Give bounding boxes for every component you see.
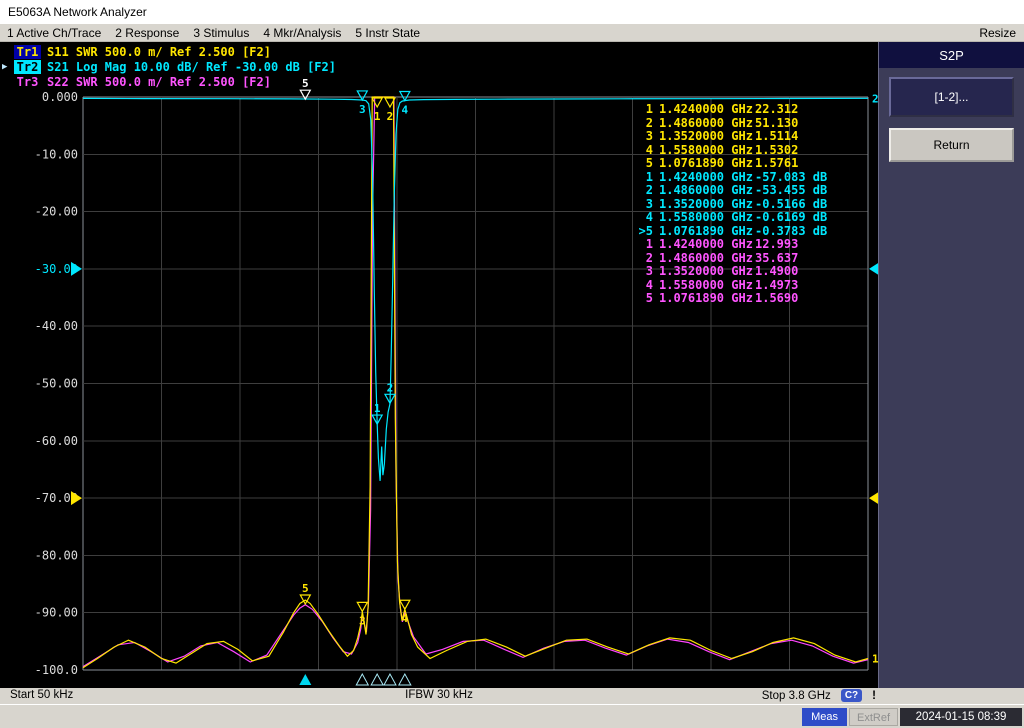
stimulus-marker-icon xyxy=(371,674,383,685)
marker-number-label: 1 xyxy=(374,110,381,123)
marker-number-label: 1 xyxy=(374,402,381,415)
marker-readout-row: 31.3520000 GHz1.4900 xyxy=(633,265,827,279)
marker-number-label: 3 xyxy=(359,103,366,116)
marker-readout-row: 11.4240000 GHz22.312 xyxy=(633,103,827,117)
window-title: E5063A Network Analyzer xyxy=(8,5,147,19)
marker-readout-row: 21.4860000 GHz-53.455 dB xyxy=(633,184,827,198)
marker-number-label: 4 xyxy=(402,612,409,625)
marker-readout-row: 31.3520000 GHz1.5114 xyxy=(633,130,827,144)
marker-triangle-icon xyxy=(300,90,310,99)
trace-number-label: 1 xyxy=(872,653,878,666)
trace-header-text: S21 Log Mag 10.00 dB/ Ref -30.00 dB [F2] xyxy=(47,60,336,74)
menubar: 1 Active Ch/Trace2 Response3 Stimulus4 M… xyxy=(0,24,1024,42)
statusbar: Meas ExtRef 2024-01-15 08:39 xyxy=(0,704,1024,728)
marker-number-label: 5 xyxy=(302,582,309,595)
softkey-menu-title: S2P xyxy=(879,42,1024,68)
marker-readout-row: 31.3520000 GHz-0.5166 dB xyxy=(633,198,827,212)
marker-readout: 11.4240000 GHz22.31221.4860000 GHz51.130… xyxy=(633,103,827,306)
titlebar: E5063A Network Analyzer xyxy=(0,0,1024,24)
main-area: 0.000-10.00-20.00-30.00-40.00-50.00-60.0… xyxy=(0,42,1024,688)
marker-number-label: 3 xyxy=(359,614,366,627)
start-frequency: Start 50 kHz xyxy=(10,689,73,701)
marker-readout-row: >51.0761890 GHz-0.3783 dB xyxy=(633,225,827,239)
y-axis-label: -40.00 xyxy=(35,319,78,333)
correction-badge: C? xyxy=(841,689,862,702)
trace-header-tr3[interactable]: Tr3 S22 SWR 500.0 m/ Ref 2.500 [F2] xyxy=(2,74,336,89)
marker-readout-row: 11.4240000 GHz12.993 xyxy=(633,238,827,252)
marker-readout-row: 41.5580000 GHz1.5302 xyxy=(633,144,827,158)
y-axis-label: -100.0 xyxy=(35,663,78,677)
marker-number-label: 2 xyxy=(387,381,394,394)
marker-readout-row: 51.0761890 GHz1.5761 xyxy=(633,157,827,171)
trace-label-chip: Tr1 xyxy=(14,45,41,59)
stimulus-marker-icon xyxy=(356,674,368,685)
marker-readout-row: 41.5580000 GHz-0.6169 dB xyxy=(633,211,827,225)
warning-indicator: ! xyxy=(872,690,876,702)
return-button[interactable]: Return xyxy=(889,128,1014,162)
ref-level-arrow-icon xyxy=(869,262,878,276)
trace-header-tr2[interactable]: ▶Tr2 S21 Log Mag 10.00 dB/ Ref -30.00 dB … xyxy=(2,59,336,74)
menu-item[interactable]: 4 Mkr/Analysis xyxy=(256,26,348,40)
trace-headers: Tr1 S11 SWR 500.0 m/ Ref 2.500 [F2] ▶Tr2 S2… xyxy=(2,44,336,89)
ref-level-arrow-icon xyxy=(869,491,878,505)
y-axis-label: -10.00 xyxy=(35,147,78,161)
extref-status: ExtRef xyxy=(849,708,898,726)
marker-triangle-icon xyxy=(357,91,367,100)
marker-number-label: 4 xyxy=(402,104,409,117)
stimulus-marker-filled-icon xyxy=(299,674,311,685)
trace-header-text: S11 SWR 500.0 m/ Ref 2.500 [F2] xyxy=(47,45,271,59)
datetime: 2024-01-15 08:39 xyxy=(900,708,1022,726)
ifbw-value: IFBW 30 kHz xyxy=(405,689,473,701)
marker-readout-row: 21.4860000 GHz51.130 xyxy=(633,117,827,131)
y-axis-label: -50.00 xyxy=(35,377,78,391)
active-trace-arrow-icon: ▶ xyxy=(2,62,14,72)
marker-readout-row: 41.5580000 GHz1.4973 xyxy=(633,279,827,293)
menu-item[interactable]: 2 Response xyxy=(108,26,186,40)
menu-item[interactable]: 5 Instr State xyxy=(348,26,427,40)
trace-header-text: S22 SWR 500.0 m/ Ref 2.500 [F2] xyxy=(47,75,271,89)
y-axis-label: -20.00 xyxy=(35,205,78,219)
stimulus-marker-icon xyxy=(384,674,396,685)
marker-number-label: 2 xyxy=(387,110,394,123)
menu-item[interactable]: 1 Active Ch/Trace xyxy=(0,26,108,40)
marker-triangle-icon xyxy=(400,92,410,101)
analyzer-screen: 0.000-10.00-20.00-30.00-40.00-50.00-60.0… xyxy=(0,42,878,688)
softkey-sidebar: S2P [1-2]... Return xyxy=(878,42,1024,688)
softkey-1-2-button[interactable]: [1-2]... xyxy=(889,77,1014,117)
menu-resize[interactable]: Resize xyxy=(979,26,1016,40)
y-axis-label: -60.00 xyxy=(35,434,78,448)
marker-triangle-icon xyxy=(357,602,367,611)
trace-label-chip: Tr3 xyxy=(14,75,41,89)
y-axis-label: -80.00 xyxy=(35,548,78,562)
y-axis-label: 0.000 xyxy=(42,90,78,104)
menu-item[interactable]: 3 Stimulus xyxy=(186,26,256,40)
meas-status: Meas xyxy=(802,708,847,726)
y-axis-label: -90.00 xyxy=(35,606,78,620)
marker-readout-row: 21.4860000 GHz35.637 xyxy=(633,252,827,266)
marker-readout-row: 51.0761890 GHz1.5690 xyxy=(633,292,827,306)
marker-triangle-icon xyxy=(372,98,382,107)
trace-header-tr1[interactable]: Tr1 S11 SWR 500.0 m/ Ref 2.500 [F2] xyxy=(2,44,336,59)
stimulus-bar: Start 50 kHz IFBW 30 kHz Stop 3.8 GHz C?… xyxy=(0,688,1024,704)
trace-number-label: 2 xyxy=(872,92,878,105)
menubar-items: 1 Active Ch/Trace2 Response3 Stimulus4 M… xyxy=(0,26,427,40)
stop-frequency: Stop 3.8 GHz xyxy=(762,690,831,702)
marker-readout-row: 11.4240000 GHz-57.083 dB xyxy=(633,171,827,185)
stimulus-marker-icon xyxy=(399,674,411,685)
trace-label-chip: Tr2 xyxy=(14,60,41,74)
